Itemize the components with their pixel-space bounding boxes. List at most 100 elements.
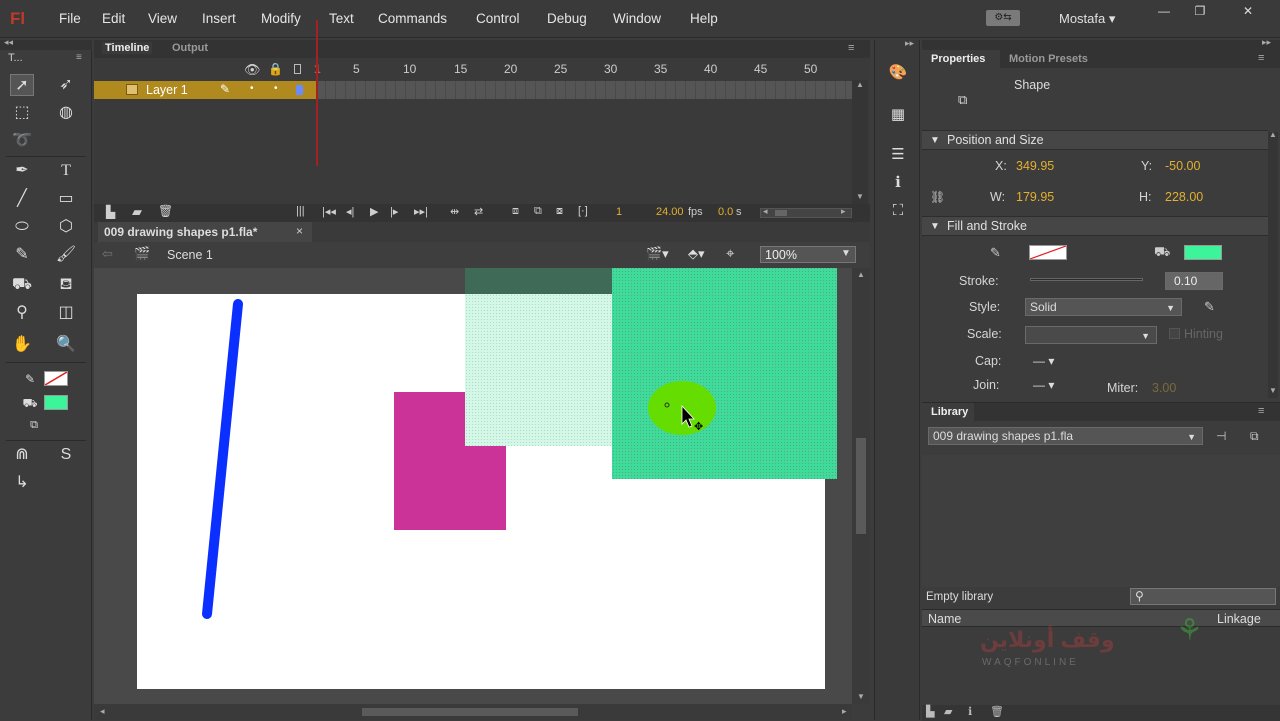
hand-tool-icon[interactable]: ✋: [10, 334, 34, 356]
fill-color-swatch[interactable]: [44, 395, 68, 410]
close-window-icon[interactable]: ✕: [1236, 4, 1260, 18]
menu-help[interactable]: Help: [690, 11, 718, 26]
edit-symbols-icon[interactable]: ⬘▾: [688, 246, 705, 262]
menu-file[interactable]: File: [59, 11, 81, 26]
timeline-resize-handle-icon[interactable]: |||: [296, 205, 305, 217]
zoom-tool-icon[interactable]: 🔍: [54, 334, 78, 356]
new-library-panel-icon[interactable]: ⧉: [1250, 429, 1259, 444]
scroll-up-icon[interactable]: ▲: [1269, 130, 1277, 139]
stage-horizontal-scrollbar[interactable]: ◂ ▸: [94, 704, 852, 720]
info-panel-icon[interactable]: ℹ: [885, 172, 911, 194]
tab-properties[interactable]: Properties: [931, 53, 985, 65]
text-tool-icon[interactable]: T: [54, 160, 78, 182]
layer-visibility-dot[interactable]: •: [250, 83, 254, 94]
delete-icon[interactable]: 🗑: [990, 705, 1004, 718]
line-tool-icon[interactable]: ╱: [10, 188, 34, 210]
tab-output[interactable]: Output: [172, 42, 208, 54]
playhead[interactable]: [316, 20, 318, 166]
center-frame-icon[interactable]: ⇄: [474, 205, 483, 218]
play-icon[interactable]: ▶: [370, 205, 378, 218]
swap-colors-icon[interactable]: ⧉: [22, 414, 46, 436]
scroll-up-icon[interactable]: ▲: [857, 270, 865, 279]
expand-panels-icon[interactable]: ▸▸: [905, 38, 914, 49]
miter-value[interactable]: 3.00: [1152, 381, 1176, 395]
step-forward-frame-icon[interactable]: |▸: [390, 205, 398, 218]
blue-line-shape[interactable]: [202, 299, 243, 619]
lock-layers-icon[interactable]: 🔒: [268, 62, 283, 76]
straighten-icon[interactable]: ↳: [10, 472, 34, 494]
menu-modify[interactable]: Modify: [261, 11, 301, 26]
delete-layer-icon[interactable]: 🗑: [158, 204, 173, 218]
onion-skin-outlines-icon[interactable]: ⧉: [534, 205, 542, 218]
color-panel-icon[interactable]: 🎨: [885, 62, 911, 84]
menu-view[interactable]: View: [148, 11, 177, 26]
edit-multiple-frames-icon[interactable]: ⧇: [556, 205, 563, 218]
modify-markers-icon[interactable]: [·]: [578, 205, 588, 217]
workspace-switcher-icon[interactable]: ⚙⇆: [986, 10, 1020, 26]
scroll-right-icon[interactable]: ▸: [842, 706, 847, 717]
timeline-vertical-scrollbar[interactable]: ▲ ▼: [852, 80, 868, 206]
fill-color-swatch[interactable]: [1184, 245, 1222, 260]
free-transform-tool-icon[interactable]: ⬚: [10, 102, 34, 124]
stroke-style-select[interactable]: Solid ▼: [1025, 298, 1182, 316]
polystar-tool-icon[interactable]: ⬡: [54, 216, 78, 238]
scroll-down-icon[interactable]: ▼: [857, 692, 865, 701]
panel-menu-icon[interactable]: ≡: [1258, 52, 1264, 64]
stroke-color-swatch[interactable]: [1029, 245, 1067, 260]
frames-strip[interactable]: [316, 81, 852, 99]
go-to-last-frame-icon[interactable]: ▸▸|: [414, 205, 428, 218]
h-value[interactable]: 228.00: [1165, 190, 1203, 204]
menu-window[interactable]: Window: [613, 11, 661, 26]
new-symbol-icon[interactable]: ▙: [926, 705, 934, 718]
scroll-right-icon[interactable]: ▸: [841, 206, 846, 217]
brush-tool-icon[interactable]: 🖌: [54, 244, 78, 266]
light-green-rectangle-top-shape[interactable]: [465, 268, 617, 294]
selection-tool-icon[interactable]: ➚: [10, 74, 34, 96]
subselection-tool-icon[interactable]: ➶: [54, 74, 78, 96]
edit-scene-icon[interactable]: 🎬▾: [646, 246, 669, 262]
rectangle-tool-icon[interactable]: ▭: [54, 188, 78, 210]
pasteboard[interactable]: ✥: [94, 268, 852, 704]
w-value[interactable]: 179.95: [1016, 190, 1054, 204]
column-name-header[interactable]: Name: [928, 612, 961, 626]
lasso-tool-icon[interactable]: ➰: [10, 130, 34, 152]
new-folder-icon[interactable]: ▰: [944, 705, 952, 718]
tab-library[interactable]: Library: [931, 406, 968, 418]
scroll-thumb[interactable]: [775, 210, 787, 216]
green-rectangle-shape[interactable]: [612, 268, 837, 479]
maximize-icon[interactable]: ❐: [1188, 4, 1212, 18]
eyedropper-tool-icon[interactable]: ⚲: [10, 302, 34, 324]
close-tab-icon[interactable]: ×: [296, 224, 303, 238]
panel-menu-icon[interactable]: ≡: [848, 42, 854, 54]
transform-panel-icon[interactable]: ⛶: [885, 200, 911, 222]
snap-to-objects-icon[interactable]: ⋒: [10, 444, 34, 466]
scroll-down-icon[interactable]: ▼: [856, 192, 864, 201]
paint-bucket-tool-icon[interactable]: ⛟: [10, 274, 34, 296]
layer-outline-color[interactable]: [296, 85, 303, 95]
scroll-thumb[interactable]: [362, 708, 578, 716]
menu-commands[interactable]: Commands: [378, 11, 447, 26]
tab-motion-presets[interactable]: Motion Presets: [1009, 53, 1088, 65]
properties-scrollbar[interactable]: ▲ ▼: [1268, 130, 1278, 398]
pencil-tool-icon[interactable]: ✎: [10, 244, 34, 266]
menu-text[interactable]: Text: [329, 11, 354, 26]
panel-menu-icon[interactable]: ≡: [76, 52, 82, 63]
x-value[interactable]: 349.95: [1016, 159, 1054, 173]
layer-lock-dot[interactable]: •: [274, 83, 278, 94]
section-position-size[interactable]: ▼ Position and Size: [922, 130, 1268, 150]
smooth-icon[interactable]: S: [54, 444, 78, 466]
ink-bottle-tool-icon[interactable]: ⛾: [54, 274, 78, 296]
show-hide-layers-icon[interactable]: 👁: [244, 62, 261, 78]
document-tab[interactable]: 009 drawing shapes p1.fla* ×: [98, 222, 312, 242]
layer-name[interactable]: Layer 1: [146, 83, 188, 97]
stroke-color-swatch[interactable]: [44, 371, 68, 386]
elapsed-time-value[interactable]: 0.0: [718, 206, 733, 218]
outline-layers-icon[interactable]: [294, 64, 301, 74]
swatches-panel-icon[interactable]: ▦: [885, 104, 911, 126]
scroll-left-icon[interactable]: ◂: [100, 706, 105, 717]
eraser-tool-icon[interactable]: ◫: [54, 302, 78, 324]
cap-select[interactable]: — ▾: [1033, 354, 1054, 368]
light-green-rectangle-shape[interactable]: [465, 294, 617, 446]
scroll-up-icon[interactable]: ▲: [856, 80, 864, 89]
menu-control[interactable]: Control: [476, 11, 520, 26]
